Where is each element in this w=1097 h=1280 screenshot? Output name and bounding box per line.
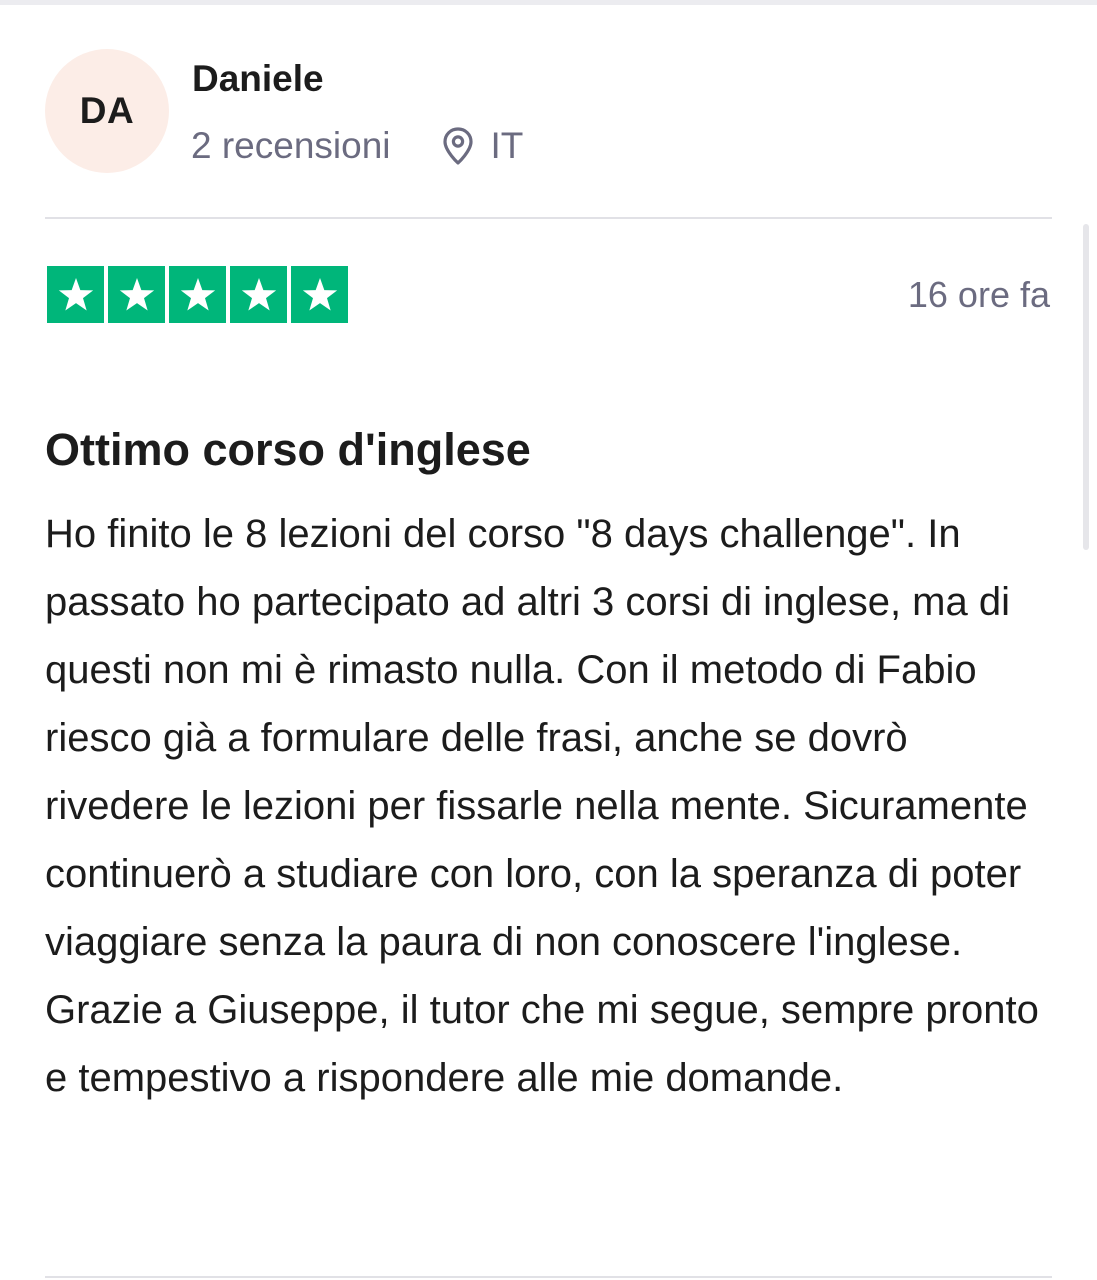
reviewer-name[interactable]: Daniele <box>192 58 324 100</box>
star-5 <box>291 266 348 323</box>
star-icon <box>58 277 93 310</box>
star-icon <box>119 277 154 310</box>
avatar-initials: DA <box>79 90 135 131</box>
star-2 <box>108 266 165 323</box>
review-count: 2 recensioni <box>191 125 391 166</box>
star-3 <box>169 266 226 323</box>
star-icon <box>180 277 215 310</box>
review-body: Ho finito le 8 lezioni del corso "8 days… <box>45 512 1039 1100</box>
footer-divider <box>45 1276 1052 1278</box>
star-1 <box>47 266 104 323</box>
star-rating <box>47 266 348 323</box>
star-icon <box>241 277 276 310</box>
country-code: IT <box>490 125 524 166</box>
top-edge <box>0 0 1097 5</box>
review-date: 16 ore fa <box>907 274 1050 315</box>
header-divider <box>45 217 1052 219</box>
location-pin-icon <box>442 127 473 165</box>
star-4 <box>230 266 287 323</box>
reviewer-meta: 2 recensioni IT <box>191 124 523 168</box>
star-icon <box>302 277 337 310</box>
scrollbar[interactable] <box>1083 224 1089 550</box>
avatar[interactable]: DA <box>45 49 169 173</box>
review-title[interactable]: Ottimo corso d'inglese <box>45 424 531 476</box>
reviewer-location: IT <box>441 125 524 167</box>
